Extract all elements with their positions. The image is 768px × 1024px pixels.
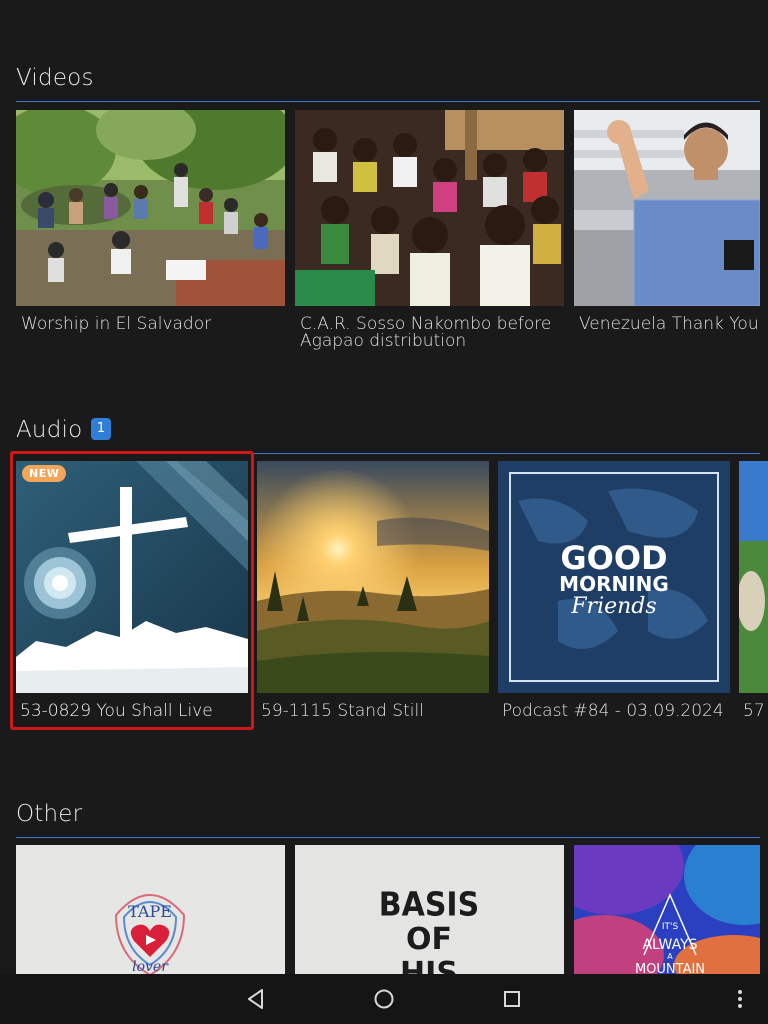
other-card[interactable]: BASIS OF HIS xyxy=(295,845,564,975)
video-thumbnail xyxy=(574,110,760,306)
audio-title: Podcast #84 - 03.09.2024 xyxy=(502,701,724,721)
other-thumbnail: BASIS OF HIS xyxy=(295,845,564,975)
new-badge: NEW xyxy=(22,465,67,482)
other-art-a: A xyxy=(667,952,673,961)
other-art-lover: lover xyxy=(132,959,169,975)
other-thumbnail: IT'S ALWAYS A MOUNTAIN xyxy=(574,845,760,975)
home-icon[interactable] xyxy=(370,985,398,1013)
audio-thumbnail: GOOD MORNING Friends xyxy=(498,461,730,693)
audio-count-badge: 1 xyxy=(91,418,111,440)
video-title: Venezuela Thank You xyxy=(579,314,759,334)
other-art-tape: TAPE xyxy=(128,902,172,921)
audio-title: 53-0829 You Shall Live xyxy=(20,701,213,721)
other-card[interactable]: TAPE lover xyxy=(16,845,285,975)
video-card[interactable]: Venezuela Thank You xyxy=(574,110,768,360)
other-section-header: Other xyxy=(16,797,760,838)
audio-card[interactable]: 57 xyxy=(739,461,768,725)
other-art-its: IT'S xyxy=(662,922,679,932)
audio-title: 59-1115 Stand Still xyxy=(261,701,424,721)
other-art-always: ALWAYS xyxy=(642,937,697,953)
audio-thumbnail: NEW xyxy=(16,461,248,693)
other-card[interactable]: IT'S ALWAYS A MOUNTAIN xyxy=(574,845,768,975)
video-thumbnail xyxy=(16,110,285,306)
more-vert-icon[interactable] xyxy=(726,985,754,1013)
app-screen: Videos Worship in El Salvador C.A.R. Sos… xyxy=(0,0,768,1024)
audio-title: 57 xyxy=(743,701,765,721)
audio-card[interactable]: 59-1115 Stand Still xyxy=(257,461,489,725)
system-navigation-bar xyxy=(0,974,768,1024)
audio-card[interactable]: NEW 53-0829 You Shall Live xyxy=(16,461,248,725)
video-title: C.A.R. Sosso Nakombo before Agapao distr… xyxy=(300,314,552,351)
videos-section-title: Videos xyxy=(16,65,94,91)
other-art-basis: BASIS xyxy=(379,886,479,924)
video-card[interactable]: C.A.R. Sosso Nakombo before Agapao distr… xyxy=(295,110,564,360)
audio-section-header: Audio 1 xyxy=(16,413,760,454)
other-thumbnail: TAPE lover xyxy=(16,845,285,975)
other-section-title: Other xyxy=(16,801,83,827)
videos-section-header: Videos xyxy=(16,61,760,102)
audio-thumbnail xyxy=(257,461,489,693)
podcast-art-line2: MORNING xyxy=(559,572,669,596)
podcast-art-line3: Friends xyxy=(570,594,656,619)
audio-section-title: Audio xyxy=(16,417,83,443)
audio-card[interactable]: GOOD MORNING Friends Podcast #84 - 03.09… xyxy=(498,461,730,725)
audio-row: NEW 53-0829 You Shall Live 59-1115 Stand… xyxy=(0,451,768,731)
recents-icon[interactable] xyxy=(498,985,526,1013)
other-art-of: OF xyxy=(406,922,452,957)
videos-row: Worship in El Salvador C.A.R. Sosso Nako… xyxy=(16,110,768,360)
other-art-his: HIS xyxy=(400,956,458,975)
video-thumbnail xyxy=(295,110,564,306)
video-card[interactable]: Worship in El Salvador xyxy=(16,110,285,360)
other-row: TAPE lover BASIS OF HIS IT'S ALWAYS A MO… xyxy=(16,845,768,975)
back-icon[interactable] xyxy=(242,985,270,1013)
audio-thumbnail xyxy=(739,461,768,693)
video-title: Worship in El Salvador xyxy=(21,314,212,334)
